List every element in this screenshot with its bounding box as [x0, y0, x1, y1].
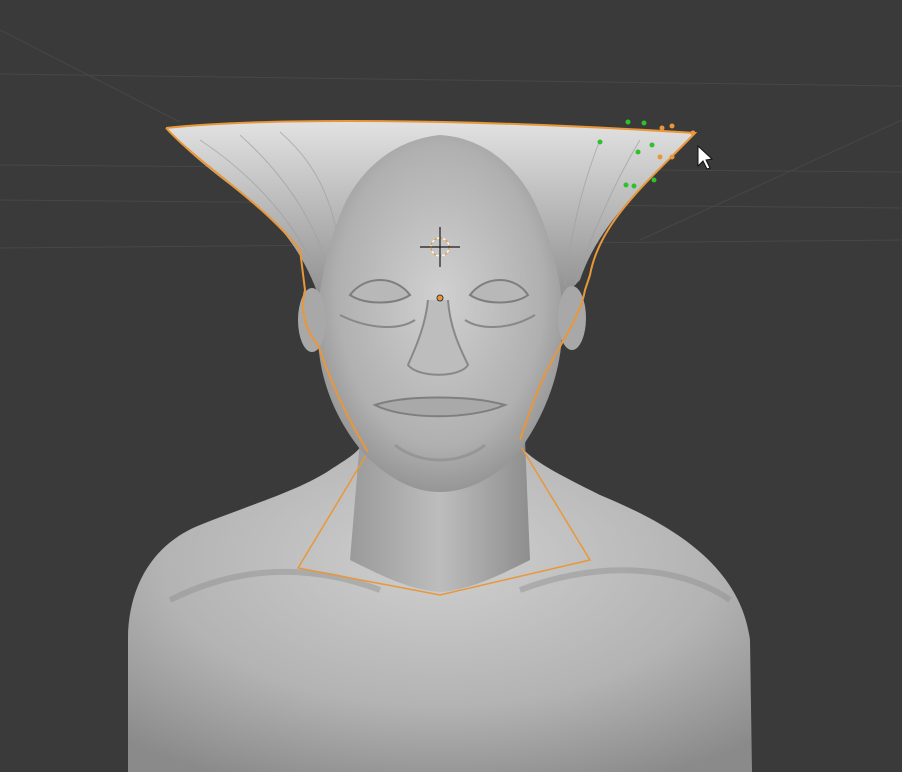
left-ear: [298, 288, 326, 352]
3d-viewport[interactable]: [0, 0, 902, 772]
right-ear: [558, 286, 586, 350]
arrow-cursor-icon: [697, 144, 714, 170]
object-origin-icon: [436, 294, 444, 302]
viewport-canvas[interactable]: [0, 0, 902, 772]
